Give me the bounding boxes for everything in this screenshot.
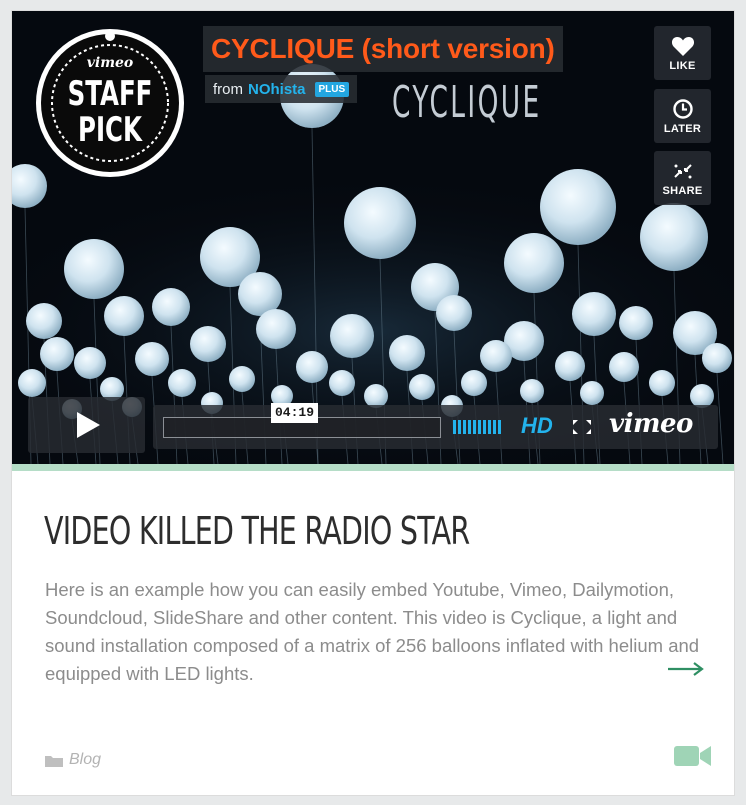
player-controls: 04:19 HD vimeo [28, 397, 718, 453]
plus-badge[interactable]: PLUS [314, 81, 350, 97]
folder-icon [45, 755, 63, 767]
staff-pick-brand: vimeo [87, 55, 134, 71]
fullscreen-button[interactable] [571, 418, 593, 441]
video-byline: from NOhista PLUS [205, 75, 358, 103]
video-camera-icon [674, 746, 711, 766]
staff-pick-line2: PICK [78, 110, 143, 149]
share-label: SHARE [662, 185, 703, 197]
control-bar: 04:19 HD vimeo [153, 403, 718, 449]
cyclique-logo: CYCLIQUE [392, 77, 542, 128]
post-card: vimeo STAFF PICK CYCLIQUE (short version… [12, 11, 734, 795]
read-more-arrow-icon[interactable] [667, 661, 705, 677]
video-title-link[interactable]: CYCLIQUE (short version) [211, 33, 555, 65]
hd-button[interactable]: HD [521, 413, 553, 439]
clock-icon [672, 97, 694, 121]
watch-later-button[interactable]: LATER [654, 89, 711, 143]
accent-divider [12, 464, 734, 471]
staff-pick-badge: vimeo STAFF PICK [36, 29, 184, 177]
vimeo-logo-link[interactable]: vimeo [609, 409, 693, 439]
post-category[interactable]: Blog [45, 751, 101, 769]
author-link[interactable]: NOhista [248, 81, 306, 98]
video-player[interactable]: vimeo STAFF PICK CYCLIQUE (short version… [12, 11, 734, 464]
share-button[interactable]: SHARE [654, 151, 711, 205]
byline-prefix: from [213, 80, 243, 98]
like-button[interactable]: LIKE [654, 26, 711, 80]
video-title-box: CYCLIQUE (short version) [203, 26, 563, 72]
post-excerpt: Here is an example how you can easily em… [45, 579, 700, 684]
fullscreen-icon [573, 420, 591, 434]
play-button[interactable] [28, 397, 145, 453]
time-display: 04:19 [271, 403, 319, 423]
post-title[interactable]: VIDEO KILLED THE RADIO STAR [44, 509, 470, 553]
play-icon [76, 412, 100, 438]
like-label: LIKE [669, 60, 696, 72]
category-label: Blog [69, 751, 102, 768]
share-icon [671, 159, 695, 183]
staff-pick-line1: STAFF [68, 74, 153, 113]
heart-icon [671, 34, 695, 58]
volume-control[interactable] [453, 420, 501, 434]
later-label: LATER [663, 123, 702, 135]
